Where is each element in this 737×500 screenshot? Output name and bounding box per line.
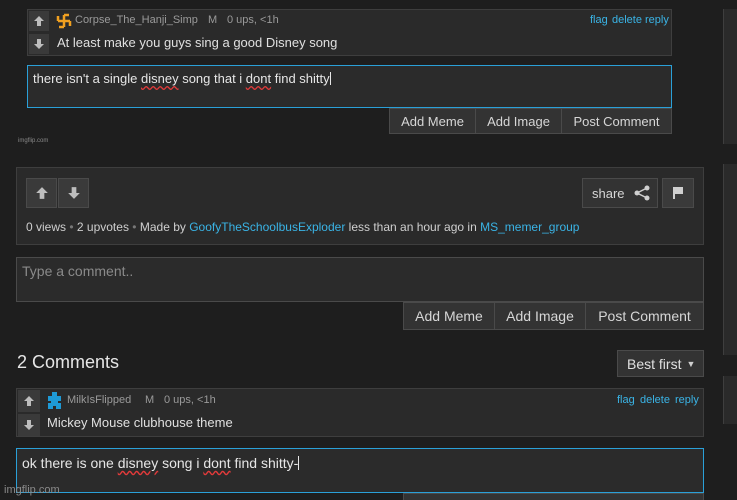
reply-text-part: song i [158, 455, 204, 471]
comment-text: Mickey Mouse clubhouse theme [47, 415, 233, 430]
add-meme-button[interactable]: Add Meme [389, 108, 476, 134]
delete-link[interactable]: delete [612, 14, 642, 26]
comments-count: 2 Comments [17, 352, 120, 372]
reply-text-misspelled: dont [245, 71, 272, 86]
comment-username[interactable]: Corpse_The_Hanji_Simp [75, 14, 198, 26]
reply-link[interactable]: reply [645, 14, 669, 26]
made-by-label: Made by [139, 220, 186, 234]
reply-textarea[interactable]: there isn't a single disney song that i … [27, 65, 672, 108]
watermark-small: imgflip.com [18, 138, 49, 144]
reply-text-misspelled: disney [141, 71, 179, 86]
next-buttons-stub [403, 493, 704, 500]
comment-meta: 0 ups, <1h [164, 394, 216, 406]
post-comment-button[interactable]: Post Comment [561, 108, 672, 134]
reply-textarea[interactable]: ok there is one disney song i dont find … [16, 448, 704, 493]
post-stats: 0 views • 2 upvotes • Made by GoofyTheSc… [26, 220, 579, 234]
arrow-up-icon [24, 396, 34, 406]
text-cursor [329, 72, 331, 85]
downvote-button[interactable] [29, 34, 49, 54]
comment-username[interactable]: MilkIsFlipped [67, 394, 131, 406]
comment-2: MilkIsFlipped M 0 ups, <1h flag delete r… [16, 388, 704, 437]
sidebar-panel [723, 376, 737, 424]
user-badge: M [208, 14, 218, 26]
upvote-button[interactable] [18, 390, 40, 412]
author-link[interactable]: GoofyTheSchoolbusExploder [189, 220, 345, 234]
upvote-button[interactable] [29, 11, 49, 31]
post-upvote-button[interactable] [26, 178, 57, 208]
add-meme-button[interactable]: Add Meme [403, 302, 495, 330]
reply-link[interactable]: reply [675, 394, 699, 406]
add-image-button[interactable]: Add Image [475, 108, 562, 134]
arrow-down-icon [67, 187, 80, 199]
sort-dropdown[interactable]: Best first ▼ [617, 350, 704, 377]
views-count: 0 views [26, 220, 67, 234]
sort-label: Best first [627, 355, 682, 372]
upvotes-count: 2 upvotes [76, 220, 129, 234]
post-info-panel: share 0 views • 2 upvotes • Made by Goof… [16, 167, 704, 245]
comment-text: At least make you guys sing a good Disne… [57, 35, 338, 50]
arrow-up-icon [35, 187, 48, 199]
separator-dot: • [69, 220, 77, 234]
reply-text-misspelled: dont [203, 455, 231, 471]
share-icon [634, 185, 650, 201]
comment-input[interactable] [16, 257, 704, 302]
share-label: share [592, 185, 625, 201]
flag-post-button[interactable] [662, 178, 694, 208]
add-image-button[interactable]: Add Image [494, 302, 586, 330]
reply-text-part: song that i [178, 71, 246, 86]
comment-meta: 0 ups, <1h [227, 14, 279, 26]
user-badge: M [145, 394, 155, 406]
reply-text-part: ok there is one [22, 455, 118, 471]
watermark-large: imgflip.com [4, 484, 60, 496]
reply-text-part: find shitty [271, 71, 330, 86]
share-button[interactable]: share [582, 178, 658, 208]
reply-text-part: find shitty- [230, 455, 299, 471]
flag-link[interactable]: flag [617, 394, 635, 406]
flag-link[interactable]: flag [590, 14, 608, 26]
stream-link[interactable]: MS_memer_group [480, 220, 579, 234]
post-downvote-button[interactable] [58, 178, 89, 208]
flag-icon [673, 187, 683, 199]
reply-comment-1: Corpse_The_Hanji_Simp M 0 ups, <1h flag … [27, 9, 672, 56]
sidebar-panel [723, 164, 737, 355]
sidebar-panel [723, 9, 737, 144]
post-comment-button[interactable]: Post Comment [585, 302, 704, 330]
reply-text-misspelled: disney [117, 455, 159, 471]
downvote-button[interactable] [18, 414, 40, 436]
pinwheel-icon [56, 13, 72, 29]
chevron-down-icon: ▼ [686, 358, 696, 369]
delete-link[interactable]: delete [640, 394, 670, 406]
separator-dot: • [132, 220, 140, 234]
arrow-up-icon [34, 16, 44, 26]
reply-text-part: there isn't a single [33, 71, 141, 86]
arrow-down-icon [34, 39, 44, 49]
time-text: less than an hour ago in [348, 220, 477, 234]
arrow-down-icon [24, 420, 34, 430]
text-cursor [298, 456, 300, 470]
puzzle-icon [48, 392, 61, 409]
